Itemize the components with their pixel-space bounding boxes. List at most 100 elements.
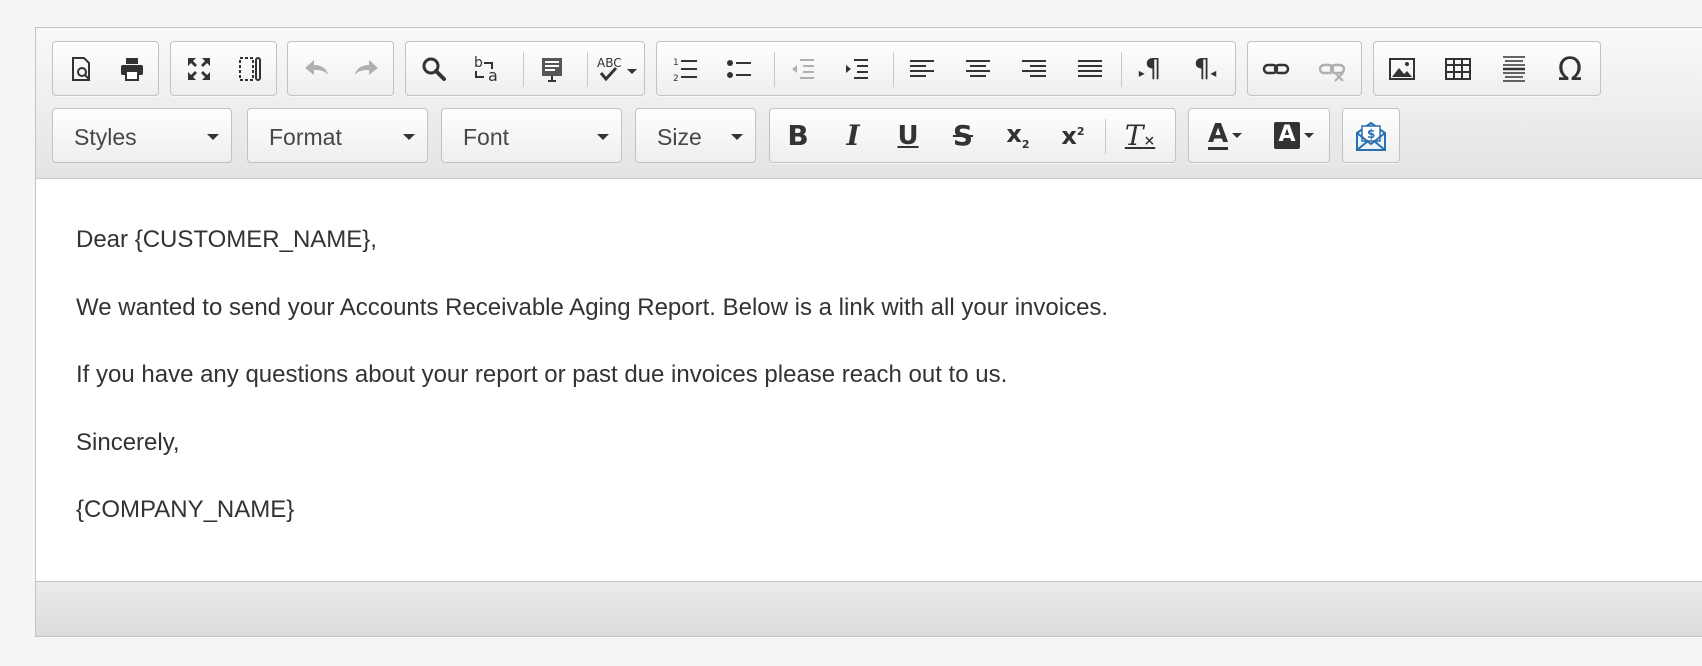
undo-button[interactable] [288,42,344,95]
greeting-line: Dear {CUSTOMER_NAME}, [76,226,377,253]
show-blocks-button[interactable] [222,42,278,95]
bold-icon: B [787,119,809,152]
svg-text:$: $ [1367,127,1375,141]
spellcheck-icon: ABC [597,56,637,81]
background-color-icon: A [1274,122,1300,149]
svg-text:1: 1 [673,58,679,68]
rich-text-editor: b a ABC 1 2 ▸¶ ¶◂ Ω Styles Format Font S… [35,27,1702,637]
numbered-list-button[interactable]: 1 2 [657,42,713,95]
format-combo-label: Format [269,124,342,150]
size-combo[interactable]: Size [635,108,756,163]
link-button[interactable] [1248,42,1304,95]
justify-button[interactable] [1062,42,1118,95]
maximize-icon [188,57,210,80]
svg-text:2: 2 [673,74,679,84]
redo-button[interactable] [339,42,395,95]
basicstyles-group: B I U S x2 x2 T× [769,108,1176,163]
align-left-button[interactable] [894,42,950,95]
align-left-icon [910,59,934,77]
align-center-button[interactable] [950,42,1006,95]
print-button[interactable] [104,42,160,95]
outdent-button[interactable] [775,42,831,95]
subscript-icon: x2 [1006,120,1030,151]
editor-toolbar: b a ABC 1 2 ▸¶ ¶◂ Ω Styles Format Font S… [36,28,1702,179]
horizontal-rule-icon [1503,55,1525,82]
image-icon [1389,57,1415,80]
unlink-icon [1318,63,1346,82]
styles-combo-label: Styles [74,124,137,150]
templates-button[interactable] [524,42,580,95]
rtl-button[interactable]: ¶◂ [1177,42,1233,95]
preview-button[interactable] [53,42,109,95]
horizontal-rule-button[interactable] [1486,42,1542,95]
link-icon [1262,63,1290,74]
chevron-down-icon [1232,133,1243,138]
size-combo-label: Size [657,124,702,150]
maximize-button[interactable] [171,42,227,95]
chevron-down-icon [1303,133,1314,138]
align-right-button[interactable] [1006,42,1062,95]
indent-button[interactable] [829,42,885,95]
remove-format-button[interactable]: T× [1112,109,1168,162]
print-icon [121,57,143,81]
styles-combo[interactable]: Styles [52,108,232,163]
justify-icon [1078,59,1102,77]
indent-icon [846,58,868,79]
svg-text:b: b [474,55,483,71]
italic-button[interactable]: I [825,109,881,162]
preview-icon [72,56,90,81]
templates-icon [542,57,562,82]
editor-statusbar [36,581,1702,636]
redo-icon [355,59,378,75]
unlink-button[interactable] [1304,42,1360,95]
body-line-1: We wanted to send your Accounts Receivab… [76,294,1109,321]
svg-text:ABC: ABC [597,56,622,70]
superscript-icon: x2 [1061,121,1085,150]
bold-button[interactable]: B [770,109,826,162]
undo-icon [305,59,328,75]
align-right-icon [1022,59,1046,77]
invoice-email-icon: $ [1356,121,1386,151]
show-blocks-icon [239,56,261,81]
bulleted-list-icon [727,59,751,78]
strikethrough-icon: S [952,119,974,152]
ltr-button[interactable]: ▸¶ [1122,42,1178,95]
text-color-button[interactable]: A [1193,109,1257,162]
align-center-icon [966,59,990,77]
strikethrough-button[interactable]: S [935,109,991,162]
font-combo[interactable]: Font [441,108,622,163]
spellcheck-button[interactable]: ABC [589,42,644,95]
outdent-icon [792,58,814,79]
special-char-icon: Ω [1557,49,1583,88]
insert-invoice-link-button[interactable]: $ [1343,109,1399,162]
superscript-button[interactable]: x2 [1045,109,1101,162]
ltr-icon: ▸¶ [1138,53,1162,84]
underline-button[interactable]: U [880,109,936,162]
font-combo-label: Font [463,124,510,150]
find-icon [422,57,446,81]
signature-line: {COMPANY_NAME} [76,496,295,523]
table-button[interactable] [1430,42,1486,95]
chevron-down-icon [597,134,609,140]
remove-format-icon: T× [1124,119,1156,152]
find-button[interactable] [406,42,462,95]
rtl-icon: ¶◂ [1193,53,1217,84]
custom-group: $ [1342,108,1400,163]
closing-line: Sincerely, [76,429,180,456]
toolbar-separator [587,52,588,87]
underline-icon: U [897,120,919,151]
chevron-down-icon [731,134,743,140]
italic-icon: I [846,119,860,152]
toolbar-separator [1105,119,1106,154]
bulleted-list-button[interactable] [711,42,767,95]
special-char-button[interactable]: Ω [1542,42,1598,95]
format-combo[interactable]: Format [247,108,428,163]
chevron-down-icon [403,134,415,140]
body-line-2: If you have any questions about your rep… [76,361,1008,388]
subscript-button[interactable]: x2 [990,109,1046,162]
editor-content[interactable]: Dear {CUSTOMER_NAME}, We wanted to send … [36,180,1702,580]
colors-group: A A [1188,108,1330,163]
background-color-button[interactable]: A [1262,109,1326,162]
image-button[interactable] [1374,42,1430,95]
replace-button[interactable]: b a [459,42,515,95]
